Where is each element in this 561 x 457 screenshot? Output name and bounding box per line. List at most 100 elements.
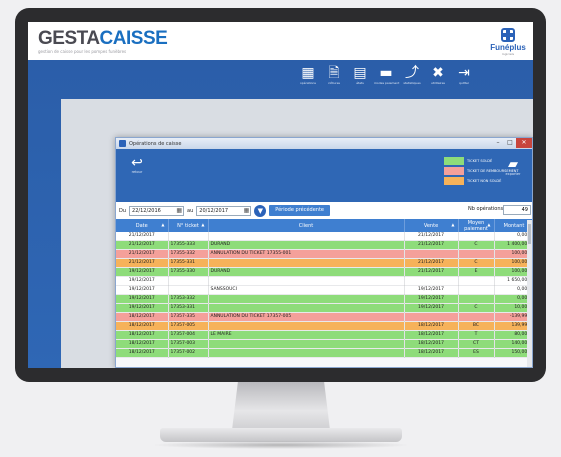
table-row[interactable]: 19/12/2017 SANSSOUCI 19/12/2017 0,00 €	[116, 285, 532, 295]
toolbar-button-statistiques[interactable]: ⤴ statistiques	[400, 64, 424, 94]
toolbar-button-utilitaires[interactable]: ✖ utilitaires	[426, 64, 450, 94]
export-button[interactable]: ▰ exporter	[500, 158, 526, 177]
calendar-icon[interactable]: ▦	[244, 207, 250, 215]
cell-date: 21/12/2017	[116, 232, 169, 241]
cell-date: 18/12/2017	[116, 312, 169, 322]
grid-icon: ▦	[301, 64, 315, 81]
toolbar-button-opérations[interactable]: ▦ opérations	[296, 64, 320, 94]
base-shadow	[150, 441, 412, 449]
operations-table: Date ▲ N° ticket ▲ Client Vente ▲ Moyen paiemen…	[116, 219, 532, 358]
cell-num	[168, 285, 209, 295]
export-label: exporter	[505, 172, 521, 176]
table-row[interactable]: 21/12/2017 17355-331 21/12/2017 C 100,00 €	[116, 258, 532, 268]
scrollbar-thumb[interactable]	[528, 224, 531, 244]
column-title: Client	[298, 222, 314, 229]
cell-vente: 21/12/2017	[404, 258, 459, 268]
minimize-icon[interactable]: –	[492, 138, 504, 148]
brand-name: Funéplus	[490, 43, 526, 52]
cell-mode: ES	[458, 348, 495, 358]
maximize-icon[interactable]: □	[504, 138, 516, 148]
vertical-scrollbar[interactable]	[527, 220, 532, 367]
cell-client	[208, 232, 405, 241]
cell-num: 17357-002	[168, 348, 209, 358]
column-header[interactable]: Vente ▲	[404, 219, 459, 232]
toolbar-button-modes-paiement[interactable]: ▬ modes paiement	[374, 64, 400, 94]
table-row[interactable]: 19/12/2017 17353-331 19/12/2017 C 10,00 €	[116, 303, 532, 313]
cell-vente: 18/12/2017	[404, 321, 459, 331]
table-row[interactable]: 18/12/2017 17357-005 18/12/2017 BC 139,99 €	[116, 321, 532, 331]
main-toolbar: ▦ opérations 🗎 clôtures ▤ états ▬ modes paiemen…	[296, 64, 476, 94]
cross-icon	[501, 28, 515, 42]
sort-icon[interactable]: ▲	[487, 222, 490, 227]
cell-mode	[458, 285, 495, 295]
sort-icon[interactable]: ▲	[451, 222, 454, 227]
toolbar-button-clôtures[interactable]: 🗎 clôtures	[322, 64, 346, 94]
table-row[interactable]: 18/12/2017 17357-003 18/12/2017 CT 140,00 €	[116, 339, 532, 349]
from-label: Du	[119, 207, 127, 214]
card-icon: ▬	[379, 64, 393, 81]
cell-mode: BC	[458, 321, 495, 331]
table-row[interactable]: 18/12/2017 17357-335 ANNULATION DU TICKET …	[116, 312, 532, 322]
cell-num	[168, 276, 209, 286]
to-label: au	[187, 207, 194, 214]
toolbar-button-quitter[interactable]: ⇥ quitter	[452, 64, 476, 94]
column-header[interactable]: N° ticket ▲	[168, 219, 209, 232]
table-row[interactable]: 21/12/2017 17355-333 DURAND 21/12/2017 C 1 40…	[116, 240, 532, 250]
cell-client	[208, 321, 405, 331]
table-row[interactable]: 18/12/2017 17357-002 18/12/2017 ES 150,00 €	[116, 348, 532, 358]
cell-num: 17353-332	[168, 294, 209, 304]
toolbar-label: modes paiement	[374, 81, 400, 85]
cell-mode	[458, 249, 495, 259]
cell-num: 17357-003	[168, 339, 209, 349]
previous-period-button[interactable]: Période précédente	[269, 205, 330, 216]
brand-sub: logiciels	[501, 52, 515, 56]
tools-icon: ✖	[432, 64, 444, 81]
close-icon[interactable]: ✕	[516, 138, 532, 148]
cell-client	[208, 258, 405, 268]
cell-date: 19/12/2017	[116, 303, 169, 313]
operations-count-label: Nb opérations	[468, 206, 504, 212]
receipt-icon: 🗎	[328, 64, 340, 81]
app-screen: GESTACAISSE gestion de caisse pour les p…	[28, 22, 533, 368]
column-header[interactable]: Client	[208, 219, 405, 232]
cell-client: DURAND	[208, 240, 405, 250]
toolbar-button-états[interactable]: ▤ états	[348, 64, 372, 94]
cell-date: 21/12/2017	[116, 258, 169, 268]
table-row[interactable]: 19/12/2017 1 650,00 €	[116, 276, 532, 286]
legend-swatch	[444, 166, 464, 175]
column-header[interactable]: Date ▲	[116, 219, 169, 232]
sort-icon[interactable]: ▲	[161, 222, 164, 227]
cell-client: SANSSOUCI	[208, 285, 405, 295]
cell-vente	[404, 276, 459, 286]
table-row[interactable]: 18/12/2017 17357-004 LE MAIRE 18/12/2017 T 80…	[116, 330, 532, 340]
filter-icon[interactable]: ▼	[254, 204, 267, 217]
cell-date: 19/12/2017	[116, 285, 169, 295]
app-icon	[119, 140, 126, 147]
back-button[interactable]: ↩ retour	[122, 156, 152, 174]
sort-icon[interactable]: ▲	[201, 222, 204, 227]
column-title: Vente	[423, 222, 439, 229]
cell-client: ANNULATION DU TICKET 17355-001	[208, 249, 405, 259]
table-row[interactable]: 19/12/2017 17353-332 19/12/2017 0,00 €	[116, 294, 532, 304]
toolbar-label: quitter	[458, 81, 470, 85]
table-row[interactable]: 19/12/2017 17355-330 DURAND 21/12/2017 E 100,…	[116, 267, 532, 277]
cell-client	[208, 276, 405, 286]
cell-date: 18/12/2017	[116, 348, 169, 358]
date-from-field[interactable]: 22/12/2016 ▦	[129, 205, 185, 216]
calendar-icon[interactable]: ▦	[176, 207, 182, 215]
logo-part1: GESTA	[38, 28, 100, 49]
table-row[interactable]: 21/12/2017 21/12/2017 0,00 €	[116, 232, 532, 241]
app-logo: GESTACAISSE	[38, 28, 168, 50]
app-tagline: gestion de caisse pour les pompes funèbr…	[38, 49, 127, 54]
column-header[interactable]: Moyen paiement ▲	[458, 219, 495, 232]
cell-vente: 18/12/2017	[404, 330, 459, 340]
date-to-field[interactable]: 20/12/2017 ▦	[196, 205, 252, 216]
cell-mode: CT	[458, 339, 495, 349]
table-row[interactable]: 21/12/2017 17355-332 ANNULATION DU TICKET …	[116, 249, 532, 259]
cell-mode: C	[458, 303, 495, 313]
cell-mode	[458, 276, 495, 286]
dialog-titlebar[interactable]: Opérations de caisse – □ ✕	[116, 138, 532, 149]
date-from-value: 22/12/2016	[132, 207, 161, 214]
column-title: Date	[135, 222, 148, 229]
cell-num: 17355-333	[168, 240, 209, 250]
